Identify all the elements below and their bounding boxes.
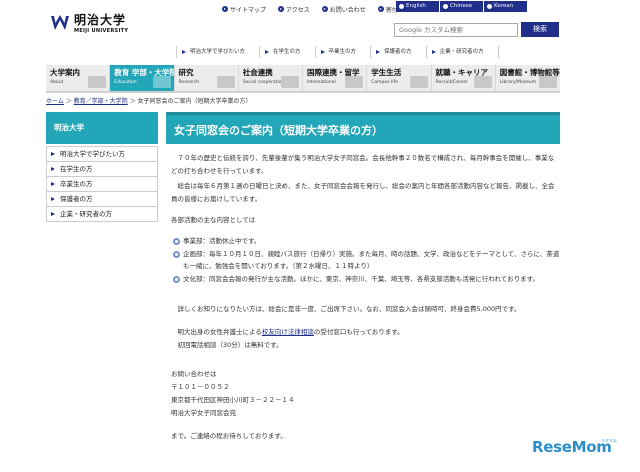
nav-campus-life[interactable]: 学生生活 Campus life <box>367 65 432 91</box>
breadcrumb-current: 女子同窓会のご案内（短期大学卒業の方） <box>137 98 252 105</box>
audience-students[interactable]: 在学生の方 <box>260 46 316 58</box>
nav-library-image <box>539 76 557 88</box>
activity-business: 事業部：活動休止中です。 <box>183 237 261 245</box>
audience-alumni[interactable]: 卒業生の方 <box>316 46 372 58</box>
nav-about-image <box>88 76 107 88</box>
utility-links: ▸ サイトマップ ▸ アクセス ▸ お問い合わせ ▸ 寄付 <box>222 4 398 14</box>
sidebar-title[interactable]: 明治大学 <box>46 112 158 144</box>
audience-prospective[interactable]: 明治大学で学びたい方 <box>177 46 261 58</box>
global-nav: 大学案内 About 教育 学部・大学院 Education 研究 Resear… <box>46 65 560 93</box>
activities-heading: 各部活動の主な内容としては <box>171 216 256 224</box>
sidebar: 明治大学 明治大学で学びたい方 在学生の方 卒業生の方 保護者の方 企業・研究者… <box>46 112 158 222</box>
nav-research-image <box>216 76 235 88</box>
sidebar-item-parents[interactable]: 保護者の方 <box>46 191 158 207</box>
breadcrumb-separator: ＞ <box>127 98 138 105</box>
activity-culture: 文化部：同窓会会報の発行が主な活動。ほかに、東京、神奈川、千葉、埼玉等、各県支部… <box>183 275 539 283</box>
contact-address: 東京都千代田区神田小川町３－２２－１４ <box>171 396 295 404</box>
contact-link[interactable]: ▸ お問い合わせ <box>321 5 366 14</box>
contact-organization: 明治大学女子同窓会宛 <box>171 409 236 417</box>
lang-korean-button[interactable]: Korean <box>484 1 527 12</box>
contact-block: お問い合わせは 〒１０１－００５２ 東京都千代田区神田小川町３－２２－１４ 明治… <box>166 368 560 420</box>
nav-career-image <box>473 76 492 88</box>
logo-text-en: MEIJI UNIVERSITY <box>74 28 129 34</box>
nav-education[interactable]: 教育 学部・大学院 Education <box>110 65 175 91</box>
breadcrumb-separator: ＞ <box>63 98 74 105</box>
membership-info: 詳しくお知りになりたい方は、総会に是非一度、ご出席下さい。なお、同窓会入会は随時… <box>171 305 521 313</box>
audience-corporate[interactable]: 企業・研究者の方 <box>427 46 499 58</box>
activities-list: 事業部：活動休止中です。 企画部：毎年１０月１０日、親睦バス旅行（日帰り）実施。… <box>166 235 560 285</box>
breadcrumb: ホーム ＞ 教育／学部・大学院 ＞ 女子同窓会のご案内（短期大学卒業の方） <box>46 96 252 105</box>
resemom-watermark-sub: リセマム <box>601 438 617 443</box>
nav-education-image <box>152 76 171 88</box>
bullet-circle-icon <box>173 238 180 245</box>
activity-planning: 企画部：毎年１０月１０日、親睦バス旅行（日帰り）実施。また毎月、時の話題、文学、… <box>183 250 560 270</box>
main-content: 女子同窓会のご案内（短期大学卒業の方） ７０年の歴史と伝統を誇り、先輩後輩が集う… <box>166 112 560 443</box>
lang-english-button[interactable]: English <box>396 1 439 12</box>
audience-nav: 明治大学で学びたい方 在学生の方 卒業生の方 保護者の方 企業・研究者の方 <box>176 46 499 58</box>
general-meeting-paragraph: 総会は毎年６月第１週の日曜日と決め、また、女子同窓会会報を発行し、総会の案内と年… <box>171 182 555 203</box>
page-title: 女子同窓会のご案内（短期大学卒業の方） <box>166 112 560 144</box>
nav-international[interactable]: 国際連携・留学 International <box>303 65 368 91</box>
legal-text-after: の受付窓口も行っております。 <box>313 328 404 336</box>
bullet-circle-icon <box>173 251 180 258</box>
sidebar-item-students[interactable]: 在学生の方 <box>46 161 158 177</box>
list-item: 企画部：毎年１０月１０日、親睦バス旅行（日帰り）実施。また毎月、時の話題、文学、… <box>173 248 560 272</box>
list-item: 文化部：同窓会会報の発行が主な活動。ほかに、東京、神奈川、千葉、埼玉等、各県支部… <box>173 273 560 285</box>
search-input[interactable]: Google カスタム検索 <box>394 23 518 37</box>
sidebar-item-prospective[interactable]: 明治大学で学びたい方 <box>46 146 158 162</box>
meiji-logo-icon <box>51 15 69 30</box>
nav-social-image <box>281 76 299 88</box>
legal-text-before: 明大出身の女性弁護士による <box>171 328 262 336</box>
donation-link[interactable]: ▸ 寄付 <box>377 5 398 14</box>
nav-research[interactable]: 研究 Research <box>174 65 239 91</box>
access-icon: ▸ <box>278 6 285 12</box>
bullet-circle-icon <box>173 276 180 283</box>
closing-text: まで。ご連絡の程お待ちしております。 <box>171 432 287 440</box>
audience-parents[interactable]: 保護者の方 <box>371 46 427 58</box>
nav-about[interactable]: 大学案内 About <box>46 65 111 91</box>
access-label: アクセス <box>286 6 310 14</box>
sitemap-label: サイトマップ <box>230 6 267 14</box>
resemom-watermark: ReseMom <box>532 438 612 456</box>
nav-campus-life-image <box>409 76 428 88</box>
nav-social[interactable]: 社会連携 Social cooperation <box>238 65 303 91</box>
contact-heading: お問い合わせは <box>171 370 217 378</box>
breadcrumb-home[interactable]: ホーム <box>46 98 64 105</box>
university-logo[interactable]: 明治大学 MEIJI UNIVERSITY <box>50 10 130 38</box>
intro-paragraph: ７０年の歴史と伝統を誇り、先輩後輩が集う明治大学女子同窓会。会長他幹事２０数名で… <box>171 154 555 175</box>
contact-postal-code: 〒１０１－００５２ <box>171 383 230 391</box>
sidebar-item-corporate[interactable]: 企業・研究者の方 <box>46 206 158 222</box>
lang-chinese-button[interactable]: Chinese <box>440 1 483 12</box>
legal-consult-paragraph: 明大出身の女性弁護士による校友向け法律相談の受付窓口も行っております。 <box>166 326 560 339</box>
contact-icon: ▸ <box>321 6 328 12</box>
sitemap-link[interactable]: ▸ サイトマップ <box>222 5 266 14</box>
nav-library[interactable]: 図書館・博物館等 Library/Museum <box>495 65 560 91</box>
access-link[interactable]: ▸ アクセス <box>278 5 310 14</box>
search-button[interactable]: 検索 <box>521 22 559 37</box>
sidebar-item-alumni[interactable]: 卒業生の方 <box>46 176 158 192</box>
legal-consult-link[interactable]: 校友向け法律相談 <box>262 328 314 336</box>
nav-career[interactable]: 就職・キャリア Recruit/Career <box>431 65 496 91</box>
legal-consult-note: 初回電話相談（30分）は無料です。 <box>171 341 283 349</box>
logo-text-jp: 明治大学 <box>74 13 127 27</box>
contact-label: お問い合わせ <box>329 6 366 14</box>
list-item: 事業部：活動休止中です。 <box>173 235 560 247</box>
sitemap-icon: ▸ <box>222 6 228 12</box>
nav-international-image <box>345 76 364 88</box>
donation-icon: ▸ <box>377 6 384 12</box>
breadcrumb-education[interactable]: 教育／学部・大学院 <box>74 98 128 105</box>
